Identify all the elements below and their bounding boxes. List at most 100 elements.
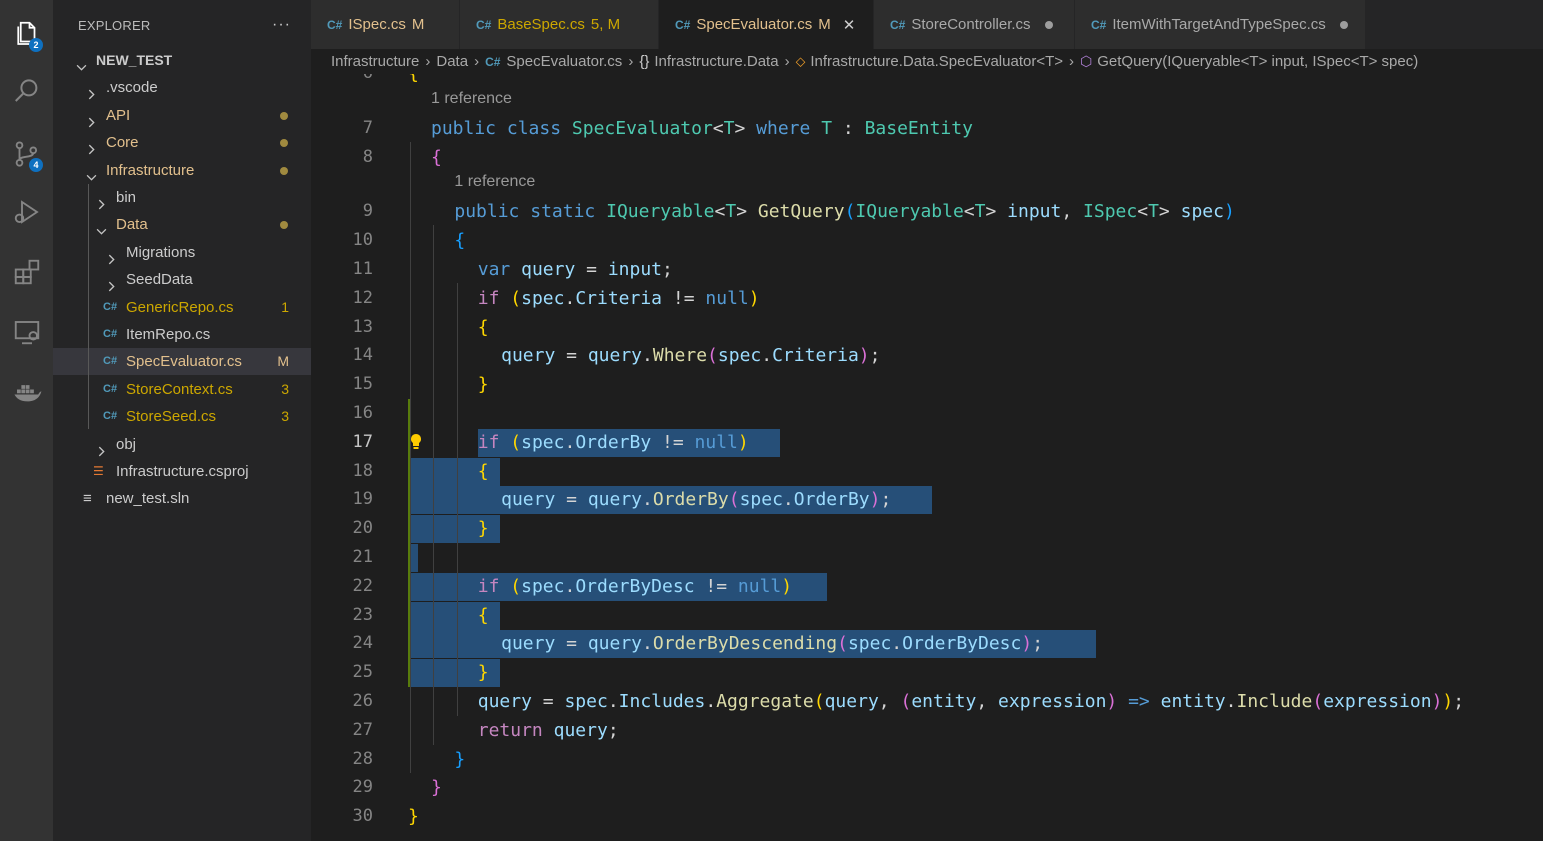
files-activity[interactable]: 2 — [0, 10, 53, 58]
chevron-right-icon[interactable] — [86, 137, 97, 155]
code-line[interactable]: 7 public class SpecEvaluator<T> where T :… — [311, 114, 1543, 143]
code-token: query — [501, 633, 556, 655]
code-line[interactable]: 6{ — [311, 74, 1543, 88]
tree-item-itemrepo-cs[interactable]: C# ItemRepo.cs — [53, 321, 311, 348]
code-line[interactable]: 23 { — [311, 601, 1543, 630]
tree-item-seeddata[interactable]: SeedData — [53, 266, 311, 293]
code-line[interactable]: 22 if (spec.OrderByDesc != null) — [311, 572, 1543, 601]
run-debug-icon[interactable] — [12, 197, 42, 227]
tree-item-migrations[interactable]: Migrations — [53, 239, 311, 266]
code-line[interactable]: 13 { — [311, 313, 1543, 342]
code-editor[interactable]: 1 reference 1 reference 6{ 7public class Sp… — [311, 74, 1543, 841]
codelens-references[interactable]: 1 reference — [454, 173, 535, 191]
extensions-activity[interactable] — [0, 248, 53, 296]
tree-item--vscode[interactable]: .vscode — [53, 74, 311, 101]
tree-item-storeseed-cs[interactable]: C# StoreSeed.cs 3 — [53, 403, 311, 430]
run-debug-activity[interactable] — [0, 188, 53, 236]
tree-item-core[interactable]: Core — [53, 129, 311, 156]
chevron-right-icon[interactable] — [106, 247, 117, 265]
extensions-icon[interactable] — [12, 257, 42, 287]
unsaved-dot-icon[interactable] — [1339, 20, 1348, 29]
tree-item-infrastructure[interactable]: Infrastructure — [53, 157, 311, 184]
code-token: null — [737, 575, 782, 597]
breadcrumb-segment[interactable]: Data — [436, 53, 468, 70]
tab-itemwithtargetandtypespec-cs[interactable]: C# ItemWithTargetAndTypeSpec.cs — [1075, 0, 1366, 49]
tree-item-infrastructure-csproj[interactable]: ☰ Infrastructure.csproj — [53, 458, 311, 485]
code-token: ( — [837, 633, 848, 655]
tree-item-obj[interactable]: obj — [53, 431, 311, 458]
code-token: null — [694, 431, 738, 453]
tab-basespec-cs[interactable]: C# BaseSpec.cs 5, M — [460, 0, 659, 49]
source-control-activity[interactable]: 4 — [0, 130, 53, 178]
breadcrumb-segment[interactable]: ⬦ Infrastructure.Data.SpecEvaluator<T> — [796, 53, 1063, 70]
code-line[interactable]: 20} — [311, 514, 1543, 543]
tab-storecontroller-cs[interactable]: C# StoreController.cs — [874, 0, 1075, 49]
code-token: => — [1117, 691, 1161, 712]
code-text: query = query.Where(spec.Criteria); — [501, 341, 880, 370]
code-line[interactable]: 17 if (spec.OrderBy != null) — [311, 428, 1543, 457]
docker-icon[interactable] — [12, 377, 42, 407]
code-token: spec — [521, 287, 565, 309]
tab-ispec-cs[interactable]: C# ISpec.cs M — [311, 0, 460, 49]
code-token: ; — [1453, 691, 1465, 712]
unsaved-dot-icon[interactable] — [1044, 20, 1053, 29]
code-line[interactable]: 16 — [311, 399, 1543, 428]
code-token: . — [564, 287, 576, 309]
breadcrumb-segment[interactable]: Infrastructure — [331, 53, 419, 70]
tree-item-new-test-sln[interactable]: ≡ new_test.sln — [53, 485, 311, 512]
code-line[interactable]: 11 var query = input; — [311, 255, 1543, 284]
search-icon[interactable] — [12, 76, 42, 106]
chevron-right-icon[interactable] — [86, 82, 97, 100]
remote-explorer-activity[interactable] — [0, 308, 53, 356]
chevron-down-icon[interactable] — [96, 219, 107, 236]
code-line[interactable]: 27 return query; — [311, 716, 1543, 745]
chevron-down-icon[interactable] — [76, 55, 87, 71]
code-line[interactable]: 30} — [311, 802, 1543, 831]
tree-item-genericrepo-cs[interactable]: C# GenericRepo.cs 1 — [53, 294, 311, 321]
code-text: query = query.OrderByDescending(spec.Ord… — [501, 629, 1043, 658]
codelens-references[interactable]: 1 reference — [431, 90, 512, 108]
code-line[interactable]: 24 query = query.OrderByDescending(spec.O… — [311, 629, 1543, 658]
code-line[interactable]: 8{ — [311, 143, 1543, 172]
code-line[interactable]: 15} — [311, 370, 1543, 399]
chevron-right-icon[interactable] — [106, 274, 117, 292]
tree-item-storecontext-cs[interactable]: C# StoreContext.cs 3 — [53, 376, 311, 403]
breadcrumb-segment[interactable]: ⬡ GetQuery(IQueryable<T> input, ISpec<T> … — [1080, 53, 1418, 70]
docker-activity[interactable] — [0, 368, 53, 416]
code-line[interactable]: 21 — [311, 543, 1543, 572]
code-line[interactable]: 10 { — [311, 226, 1543, 255]
tree-item-label: bin — [116, 189, 137, 206]
chevron-right-icon[interactable] — [96, 192, 107, 210]
code-line[interactable]: 26 query = spec.Includes.Aggregate(query,… — [311, 687, 1543, 716]
tree-item-new-test[interactable]: NEW_TEST — [53, 47, 311, 74]
code-token: if — [477, 431, 500, 453]
code-line[interactable]: 14 query = query.Where(spec.Criteria); — [311, 341, 1543, 370]
breadcrumb-segment[interactable]: {} Infrastructure.Data — [639, 53, 778, 70]
code-token: spec — [847, 633, 892, 655]
tree-item-data[interactable]: Data — [53, 211, 311, 238]
code-line[interactable]: 12 if (spec.Criteria != null) — [311, 284, 1543, 313]
remote-explorer-icon[interactable] — [12, 317, 42, 347]
code-token: Includes — [618, 691, 706, 712]
code-token: ( — [510, 575, 522, 597]
more-actions-icon[interactable]: ··· — [272, 16, 291, 34]
code-line[interactable]: 25} — [311, 658, 1543, 687]
code-token: ) — [748, 287, 760, 309]
code-line[interactable]: 19 query = query.OrderBy(spec.OrderBy); — [311, 485, 1543, 514]
code-line[interactable]: 18 { — [311, 457, 1543, 486]
breadcrumb-segment[interactable]: C# SpecEvaluator.cs — [485, 53, 622, 70]
code-token: < — [1137, 201, 1149, 223]
code-line[interactable]: 29} — [311, 773, 1543, 802]
tree-item-api[interactable]: API — [53, 102, 311, 129]
chevron-right-icon[interactable] — [96, 439, 107, 456]
chevron-down-icon[interactable] — [86, 165, 97, 181]
code-line[interactable]: 28} — [311, 745, 1543, 774]
chevron-right-icon[interactable] — [86, 110, 97, 128]
tab-specevaluator-cs[interactable]: C# SpecEvaluator.cs M ✕ — [659, 0, 874, 49]
code-line[interactable]: 9 public static IQueryable<T> GetQuery(IQ… — [311, 197, 1543, 226]
tree-item-bin[interactable]: bin — [53, 184, 311, 211]
tree-item-specevaluator-cs[interactable]: C# SpecEvaluator.cs M — [53, 348, 311, 376]
close-icon[interactable]: ✕ — [843, 16, 856, 34]
search-activity[interactable] — [0, 67, 53, 115]
